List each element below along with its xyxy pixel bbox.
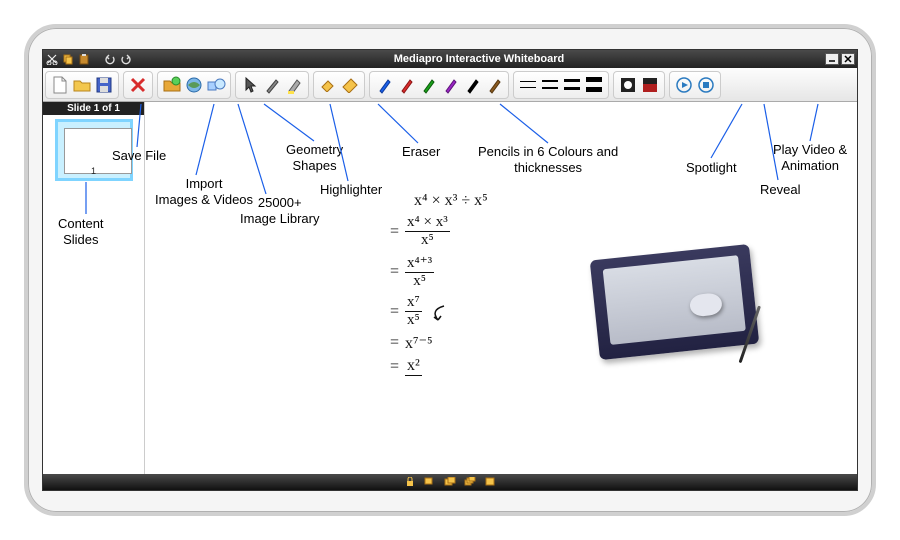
geometry-shapes-button[interactable] <box>205 74 227 96</box>
line-weight-4-button[interactable] <box>583 74 605 96</box>
paste-icon[interactable] <box>77 52 91 66</box>
slide-number: 1 <box>91 166 96 176</box>
undo-icon[interactable] <box>103 52 117 66</box>
layer-2-icon[interactable] <box>443 476 457 488</box>
play-video-button[interactable] <box>673 74 695 96</box>
slides-sidebar: Slide 1 of 1 1 <box>43 102 145 474</box>
layer-1-icon[interactable] <box>423 476 437 488</box>
lock-icon[interactable] <box>403 476 417 488</box>
reveal-button[interactable] <box>639 74 661 96</box>
eraser-small-button[interactable] <box>317 74 339 96</box>
slide-thumbnail-1[interactable]: 1 <box>55 119 133 181</box>
app-window: Mediapro Interactive Whiteboard <box>42 49 858 491</box>
pencil-purple-button[interactable] <box>439 74 461 96</box>
line-weight-group <box>513 71 609 99</box>
spotlight-button[interactable] <box>617 74 639 96</box>
status-bar <box>43 474 857 490</box>
copy-icon[interactable] <box>61 52 75 66</box>
pencil-red-button[interactable] <box>395 74 417 96</box>
new-file-button[interactable] <box>49 74 71 96</box>
save-file-button[interactable] <box>93 74 115 96</box>
pencil-black-button[interactable] <box>461 74 483 96</box>
tablet-illustration <box>590 244 761 370</box>
pointer-tool-button[interactable] <box>239 74 261 96</box>
minimize-button[interactable] <box>825 53 839 65</box>
open-file-button[interactable] <box>71 74 93 96</box>
toolbar <box>43 68 857 102</box>
pencil-blue-button[interactable] <box>373 74 395 96</box>
import-button[interactable] <box>161 74 183 96</box>
eraser-large-button[interactable] <box>339 74 361 96</box>
line-weight-3-button[interactable] <box>561 74 583 96</box>
whiteboard-canvas[interactable]: x⁴ × x³ ÷ x⁵ = x⁴ × x³x⁵ = x⁴⁺³x⁵ = x⁷x⁵… <box>145 102 857 474</box>
line-weight-1-button[interactable] <box>517 74 539 96</box>
window-title: Mediapro Interactive Whiteboard <box>133 53 825 65</box>
close-button[interactable] <box>841 53 855 65</box>
redo-icon[interactable] <box>119 52 133 66</box>
pencil-brown-button[interactable] <box>483 74 505 96</box>
image-library-button[interactable] <box>183 74 205 96</box>
slide-counter: Slide 1 of 1 <box>43 102 144 115</box>
delete-button[interactable] <box>127 74 149 96</box>
pen-tool-button[interactable] <box>261 74 283 96</box>
pencil-green-button[interactable] <box>417 74 439 96</box>
cut-icon[interactable] <box>45 52 59 66</box>
highlighter-button[interactable] <box>283 74 305 96</box>
pencil-colors-group <box>369 71 509 99</box>
layer-4-icon[interactable] <box>483 476 497 488</box>
title-bar: Mediapro Interactive Whiteboard <box>43 50 857 68</box>
line-weight-2-button[interactable] <box>539 74 561 96</box>
stop-video-button[interactable] <box>695 74 717 96</box>
layer-3-icon[interactable] <box>463 476 477 488</box>
handwritten-math: x⁴ × x³ ÷ x⁵ = x⁴ × x³x⁵ = x⁴⁺³x⁵ = x⁷x⁵… <box>390 192 488 380</box>
